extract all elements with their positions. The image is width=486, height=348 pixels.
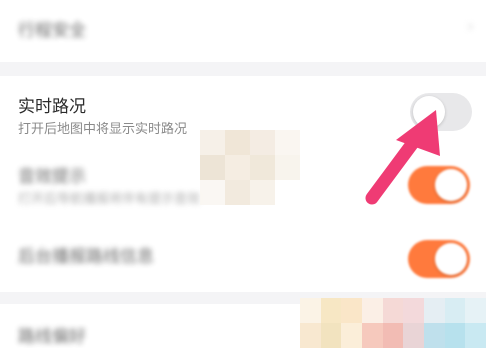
auto-speaker-row[interactable]: 后台播报路线信息 bbox=[0, 220, 486, 292]
settings-group-top: 行程安全 › bbox=[0, 0, 486, 62]
auto-speaker-toggle[interactable] bbox=[408, 240, 470, 278]
auto-speaker-title: 后台播报路线信息 bbox=[18, 247, 154, 267]
trip-safety-title: 行程安全 bbox=[18, 21, 86, 41]
toggle-knob bbox=[435, 243, 467, 275]
voice-prompt-subtitle: 打开后导航播报将伴有提示音效 bbox=[18, 192, 201, 207]
mosaic-watermark bbox=[200, 130, 300, 205]
mosaic-watermark-color bbox=[300, 298, 486, 348]
pointer-arrow-icon bbox=[365, 110, 440, 205]
voice-prompt-title: 音效提示 bbox=[18, 167, 86, 187]
realtime-traffic-title: 实时路况 bbox=[18, 97, 86, 117]
chevron-right-icon: › bbox=[466, 16, 474, 37]
trip-safety-row[interactable]: 行程安全 › bbox=[0, 0, 486, 62]
bottom-item-title: 路线偏好 bbox=[18, 327, 86, 347]
settings-screen: 行程安全 › 实时路况 打开后地图中将显示实时路况 音效提示 打开后导航播报将伴… bbox=[0, 0, 486, 348]
realtime-traffic-subtitle: 打开后地图中将显示实时路况 bbox=[18, 122, 188, 137]
